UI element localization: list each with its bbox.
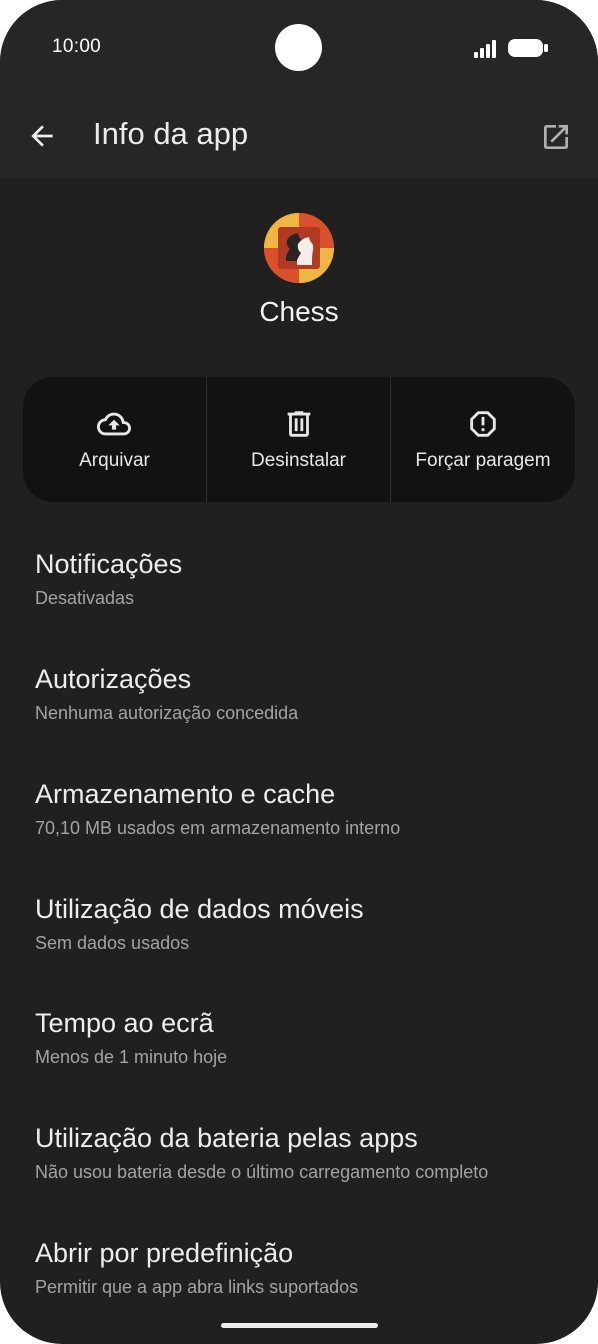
item-subtitle: Nenhuma autorização concedida bbox=[35, 703, 299, 723]
uninstall-label: Desinstalar bbox=[250, 450, 347, 471]
trash-icon bbox=[287, 411, 311, 437]
action-panel: Arquivar Desinstalar Forçar paragem bbox=[23, 377, 575, 502]
uninstall-button[interactable]: Desinstalar bbox=[207, 377, 390, 502]
page-title: Info da app bbox=[93, 116, 249, 151]
signal-icon bbox=[474, 40, 496, 58]
item-title: Armazenamento e cache bbox=[35, 779, 336, 809]
force-stop-label: Forçar paragem bbox=[415, 450, 551, 471]
back-arrow-icon[interactable] bbox=[26, 120, 58, 152]
chess-app-icon bbox=[264, 213, 334, 283]
item-subtitle: Sem dados usados bbox=[35, 933, 190, 953]
battery-icon bbox=[508, 39, 548, 57]
item-subtitle: Desativadas bbox=[35, 588, 135, 608]
app-name: Chess bbox=[259, 296, 339, 327]
settings-item-mobile-data[interactable]: Utilização de dados móveis Sem dados usa… bbox=[35, 893, 575, 955]
item-subtitle: Permitir que a app abra links suportados bbox=[35, 1277, 359, 1297]
force-stop-button[interactable]: Forçar paragem bbox=[391, 377, 575, 502]
cloud-upload-icon bbox=[97, 412, 131, 436]
item-title: Notificações bbox=[35, 549, 183, 579]
settings-item-permissions[interactable]: Autorizações Nenhuma autorização concedi… bbox=[35, 663, 575, 725]
settings-item-screen-time[interactable]: Tempo ao ecrã Menos de 1 minuto hoje bbox=[35, 1007, 575, 1069]
camera-cutout bbox=[275, 24, 322, 71]
home-indicator[interactable] bbox=[221, 1323, 378, 1328]
alert-octagon-icon bbox=[470, 411, 496, 437]
item-title: Abrir por predefinição bbox=[35, 1238, 294, 1268]
open-external-icon[interactable] bbox=[540, 121, 572, 153]
archive-label: Arquivar bbox=[79, 450, 150, 471]
item-title: Utilização da bateria pelas apps bbox=[35, 1123, 418, 1153]
item-subtitle: 70,10 MB usados em armazenamento interno bbox=[35, 818, 401, 838]
item-subtitle: Não usou bateria desde o último carregam… bbox=[35, 1162, 489, 1182]
item-subtitle: Menos de 1 minuto hoje bbox=[35, 1047, 228, 1067]
status-time: 10:00 bbox=[52, 36, 102, 57]
item-title: Autorizações bbox=[35, 664, 192, 694]
app-bar bbox=[0, 96, 598, 178]
item-title: Utilização de dados móveis bbox=[35, 894, 364, 924]
settings-item-storage[interactable]: Armazenamento e cache 70,10 MB usados em… bbox=[35, 778, 575, 840]
settings-item-notifications[interactable]: Notificações Desativadas bbox=[35, 548, 575, 610]
archive-button[interactable]: Arquivar bbox=[23, 377, 206, 502]
item-title: Tempo ao ecrã bbox=[35, 1008, 214, 1038]
phone-screen: 10:00 Info da app Chess Arquivar Desinst… bbox=[0, 0, 598, 1344]
settings-item-battery[interactable]: Utilização da bateria pelas apps Não uso… bbox=[35, 1122, 575, 1184]
settings-item-open-by-default[interactable]: Abrir por predefinição Permitir que a ap… bbox=[35, 1237, 575, 1299]
